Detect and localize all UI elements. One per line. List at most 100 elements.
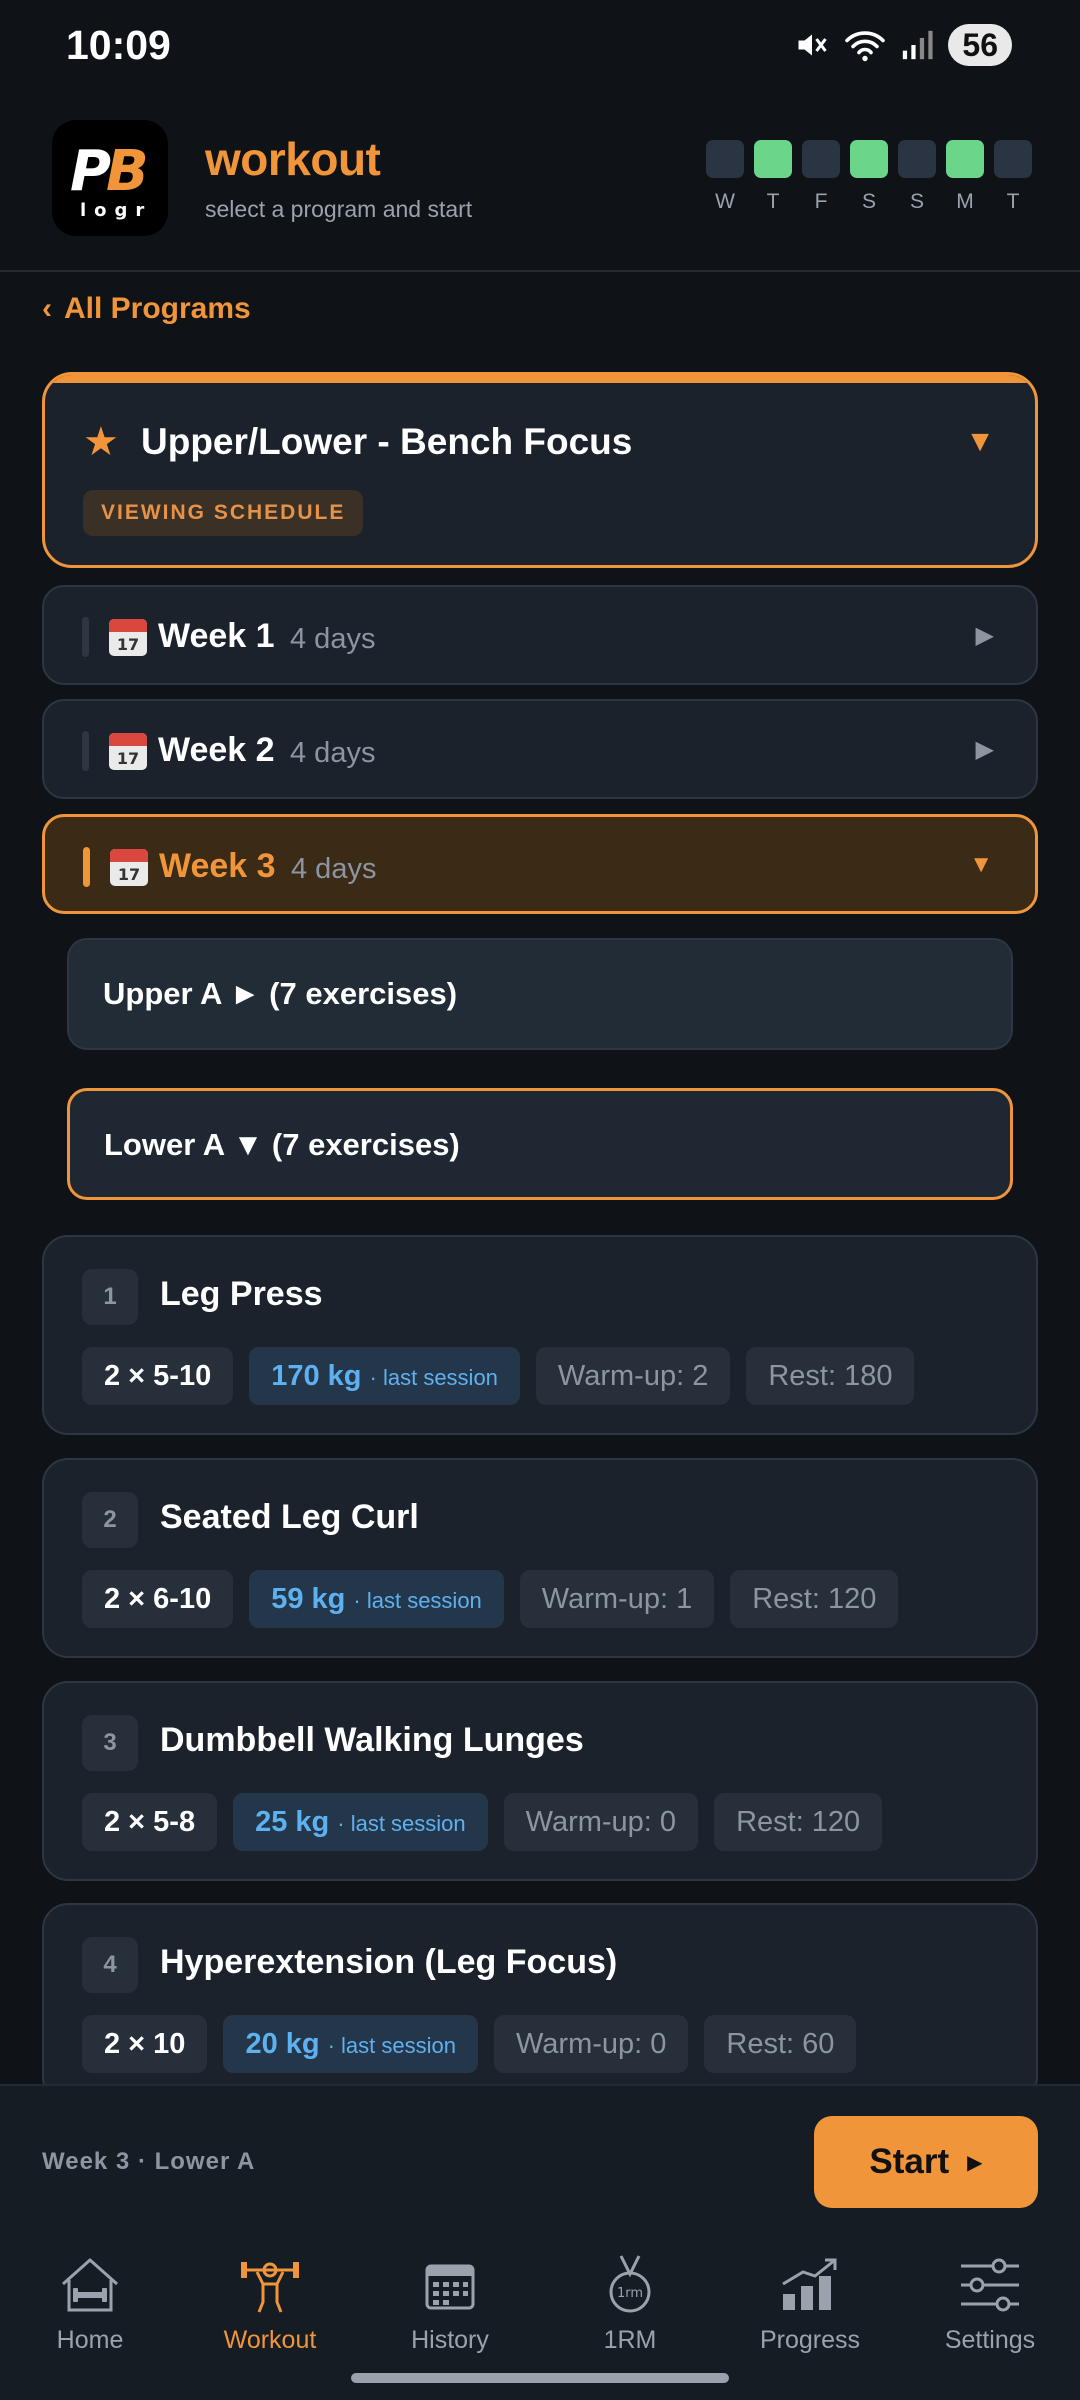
week-indicator-bar (82, 731, 89, 771)
nav-progress[interactable]: Progress (720, 2232, 900, 2400)
all-programs-back-link[interactable]: ‹ All Programs (42, 292, 251, 326)
home-indicator[interactable] (351, 2373, 729, 2383)
exercise-chips: 2 × 5-10 170 kg · last session Warm-up: 2… (82, 1347, 915, 1405)
nav-label: Home (56, 2326, 124, 2354)
exercise-number: 2 (82, 1492, 138, 1548)
battery-indicator: 56 (948, 24, 1012, 66)
week-indicator-bar (82, 617, 89, 657)
nav-label: Progress (759, 2326, 861, 2354)
calendar-icon (425, 2264, 475, 2310)
sliders-icon (961, 2258, 1019, 2312)
weight-value: 59 kg (271, 1583, 346, 1615)
week-indicator-bar (83, 847, 90, 887)
play-icon: ▶ (967, 2151, 983, 2174)
svg-text:17: 17 (117, 749, 139, 768)
streak-day-box (994, 140, 1032, 178)
home-icon (62, 2258, 118, 2312)
nav-settings[interactable]: Settings (900, 2232, 1080, 2400)
rest-chip: Rest: 120 (714, 1793, 883, 1851)
exercise-name: Seated Leg Curl (160, 1498, 419, 1536)
day-row-lower-a[interactable]: Lower A ▼ (7 exercises) (67, 1088, 1013, 1200)
exercise-card[interactable]: 1 Leg Press 2 × 5-10 170 kg · last sessio… (42, 1235, 1038, 1435)
viewing-schedule-badge: VIEWING SCHEDULE (83, 490, 364, 536)
weight-chip: 59 kg · last session (249, 1570, 504, 1628)
streak-day-letter: W (715, 190, 735, 213)
exercise-name: Leg Press (160, 1275, 323, 1313)
chevron-left-icon: ‹ (42, 292, 52, 325)
streak-day-letter: S (909, 190, 924, 213)
weight-value: 20 kg (245, 2028, 320, 2060)
week-row-3[interactable]: 17 Week 3 4 days ▼ (42, 814, 1038, 914)
calendar-icon: 17 (109, 619, 147, 656)
nav-workout[interactable]: Workout (180, 2232, 360, 2400)
exercise-card[interactable]: 4 Hyperextension (Leg Focus) 2 × 10 20 k… (42, 1903, 1038, 2103)
streak-day-letter: F (814, 190, 828, 213)
exercise-chips: 2 × 10 20 kg · last session Warm-up: 0 Re… (82, 2015, 857, 2073)
nav-label: 1RM (603, 2326, 657, 2354)
status-bar: 10:09 56 (0, 0, 1080, 92)
streak-day-box (802, 140, 840, 178)
weight-note: · last session (353, 1588, 482, 1613)
exercise-chips: 2 × 5-8 25 kg · last session Warm-up: 0 R… (82, 1793, 883, 1851)
week-row-1[interactable]: 17 Week 1 4 days ▶ (42, 585, 1038, 685)
exercise-card[interactable]: 3 Dumbbell Walking Lunges 2 × 5-8 25 kg ·… (42, 1681, 1038, 1881)
start-button[interactable]: Start ▶ (814, 2116, 1038, 2208)
svg-text:P: P (70, 139, 111, 204)
exercise-name: Dumbbell Walking Lunges (160, 1721, 584, 1759)
page-subtitle: select a program and start (205, 196, 473, 222)
week-label: Week 1 (158, 617, 275, 655)
medal-icon: 1rm (609, 2255, 651, 2313)
nav-label: History (411, 2326, 489, 2354)
caret-down-icon: ▼ (969, 851, 993, 878)
app-header: P B logr workout select a program and st… (0, 92, 1080, 272)
wifi-icon (845, 31, 886, 62)
streak-day-box (898, 140, 936, 178)
streak-day-box (754, 140, 792, 178)
weight-note: · last session (337, 1811, 466, 1836)
weight-chip: 20 kg · last session (223, 2015, 478, 2073)
sets-reps-chip: 2 × 6-10 (82, 1570, 234, 1628)
streak-day: S (850, 140, 888, 214)
weekly-streak: WTFSSMT (706, 140, 1032, 214)
warmup-chip: Warm-up: 2 (535, 1347, 731, 1405)
weight-note: · last session (327, 2033, 456, 2058)
day-row-upper-a[interactable]: Upper A ► (7 exercises) (67, 938, 1013, 1050)
weight-chip: 170 kg · last session (249, 1347, 520, 1405)
streak-day-letter: T (766, 190, 780, 213)
caret-right-icon: ▶ (975, 736, 994, 763)
svg-text:1rm: 1rm (617, 2286, 643, 2301)
week-days-count: 4 days (290, 623, 376, 655)
nav-home[interactable]: Home (0, 2232, 180, 2400)
streak-day: W (706, 140, 744, 214)
week-label: Week 3 (159, 847, 276, 885)
mute-icon (798, 34, 828, 56)
calendar-icon: 17 (109, 733, 147, 770)
week-row-2[interactable]: 17 Week 2 4 days ▶ (42, 699, 1038, 799)
weight-chip: 25 kg · last session (233, 1793, 488, 1851)
week-days-count: 4 days (291, 853, 377, 885)
streak-day: T (994, 140, 1032, 214)
streak-day: S (898, 140, 936, 214)
weight-note: · last session (369, 1365, 498, 1390)
status-icons: 56 (794, 24, 1012, 66)
nav-label: Workout (223, 2326, 317, 2354)
program-card[interactable]: ★ Upper/Lower - Bench Focus ▼ VIEWING SC… (42, 372, 1038, 568)
streak-day-letter: M (956, 190, 974, 213)
streak-day-box (850, 140, 888, 178)
warmup-chip: Warm-up: 1 (519, 1570, 715, 1628)
caret-right-icon: ▶ (975, 622, 994, 649)
chart-icon (782, 2258, 837, 2310)
exercise-name: Hyperextension (Leg Focus) (160, 1943, 618, 1981)
exercise-number: 3 (82, 1715, 138, 1771)
exercise-chips: 2 × 6-10 59 kg · last session Warm-up: 1 … (82, 1570, 899, 1628)
star-icon: ★ (83, 420, 119, 464)
streak-day-letter: S (861, 190, 876, 213)
streak-day-box (706, 140, 744, 178)
svg-text:17: 17 (118, 865, 140, 884)
exercise-card[interactable]: 2 Seated Leg Curl 2 × 6-10 59 kg · last s… (42, 1458, 1038, 1658)
svg-text:B: B (106, 139, 149, 204)
warmup-chip: Warm-up: 0 (503, 1793, 699, 1851)
app-logo: P B logr (52, 120, 168, 236)
page-title: workout (205, 133, 381, 185)
exercise-number: 4 (82, 1937, 138, 1993)
